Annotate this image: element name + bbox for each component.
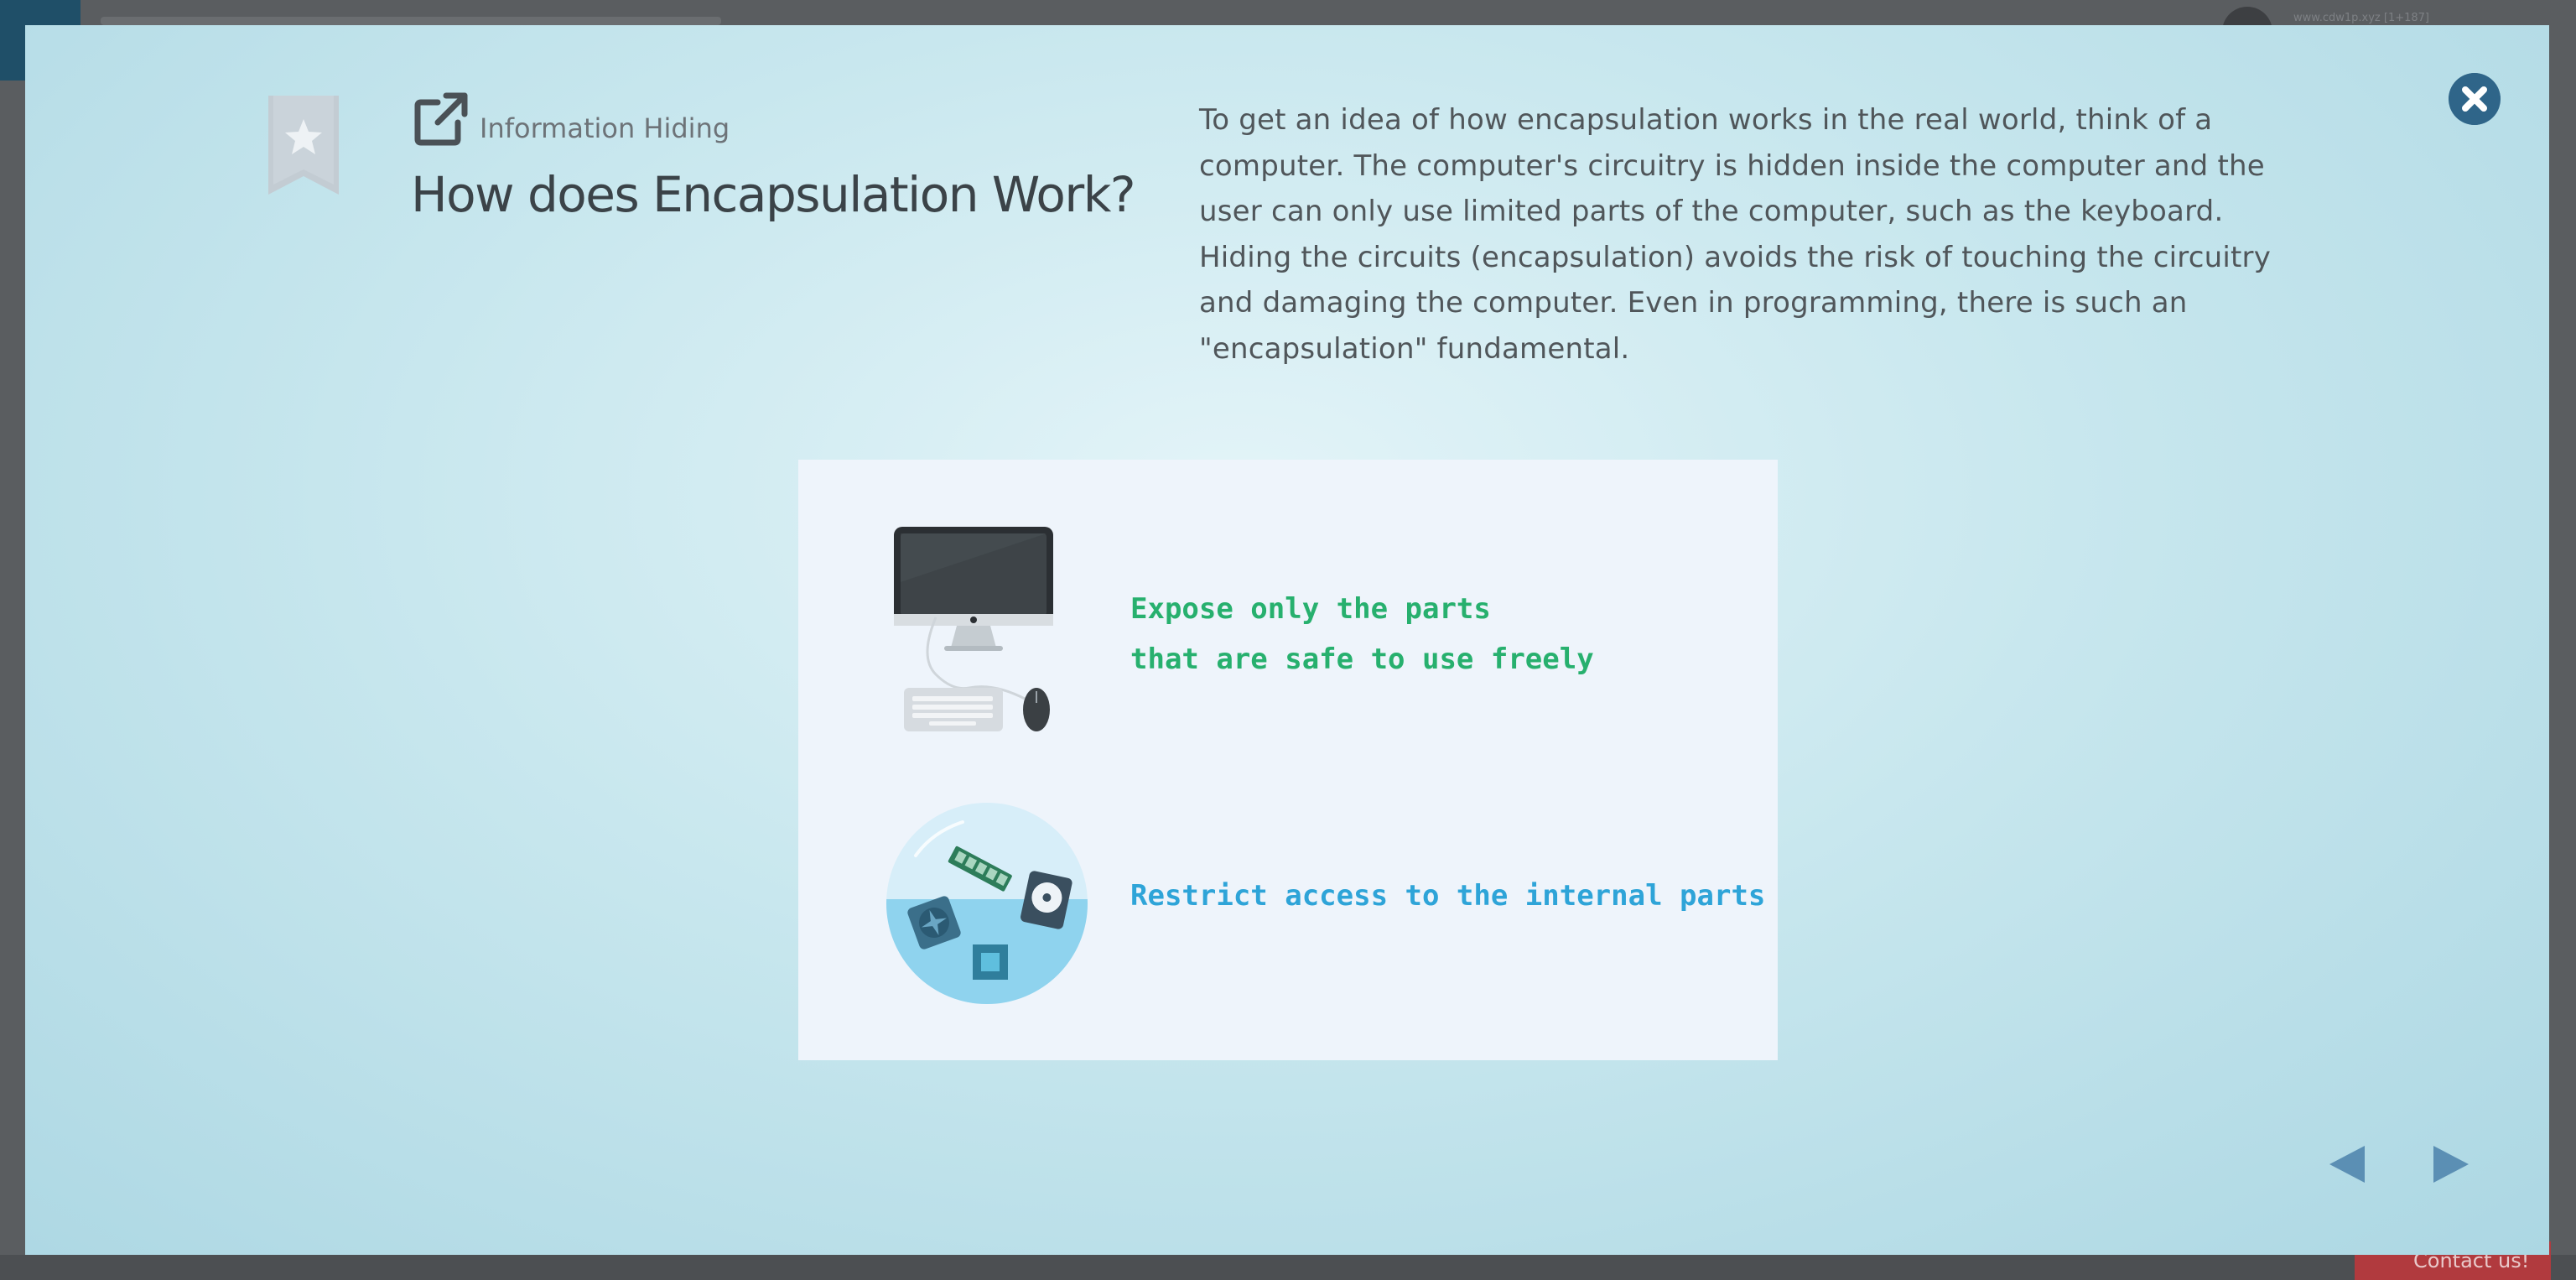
encapsulation-figure: Expose only the parts that are safe to u…: [798, 460, 1778, 1060]
internal-parts-illustration: [886, 803, 1088, 1004]
lesson-title: How does Encapsulation Work?: [411, 166, 1136, 223]
external-link-icon[interactable]: [413, 91, 470, 148]
expose-parts-text: Expose only the parts that are safe to u…: [1130, 584, 1594, 684]
background-scrollbar: [0, 1255, 2576, 1280]
restrict-access-text: Restrict access to the internal parts: [1130, 879, 1766, 913]
background-search-bar: [101, 17, 721, 25]
lesson-subtitle: Information Hiding: [480, 112, 730, 144]
close-icon[interactable]: [2449, 73, 2501, 125]
arrow-right-icon[interactable]: [2425, 1139, 2475, 1189]
bookmark-star-icon[interactable]: [268, 96, 339, 195]
background-url-text: www.cdw1p.xyz [1+187]: [2293, 12, 2429, 24]
computer-illustration: [894, 527, 1053, 731]
expose-line-1: Expose only the parts: [1130, 592, 1491, 626]
lesson-description: To get an idea of how encapsulation work…: [1199, 103, 2272, 366]
lesson-modal: Information Hiding How does Encapsulatio…: [25, 25, 2549, 1255]
arrow-left-icon[interactable]: [2323, 1139, 2373, 1189]
expose-line-2: that are safe to use freely: [1130, 643, 1594, 676]
